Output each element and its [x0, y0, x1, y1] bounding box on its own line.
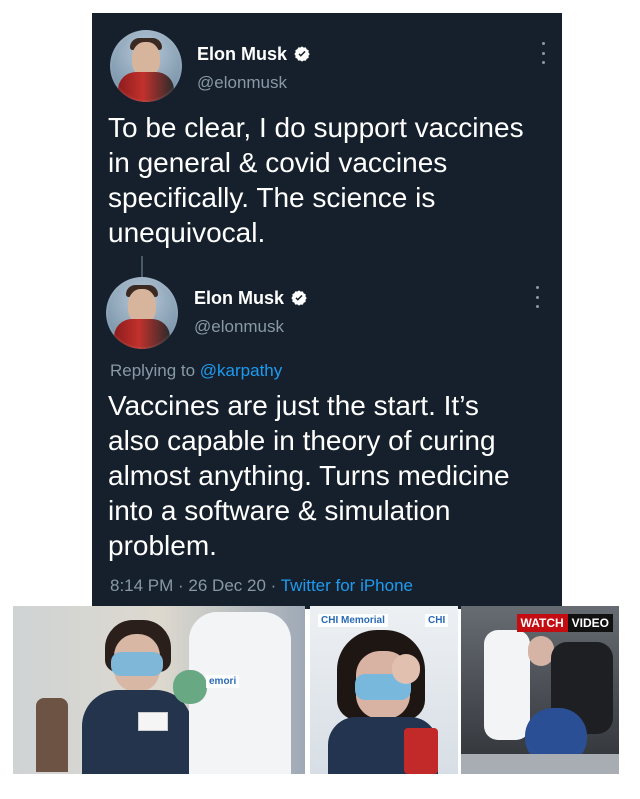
left-photo-sign: emori — [206, 675, 240, 688]
profile-avatar[interactable] — [110, 30, 182, 102]
tweet-source-link[interactable]: Twitter for iPhone — [281, 576, 413, 595]
vaccine-photo-right: WATCH VIDEO — [461, 606, 619, 774]
tweet-2-text: Vaccines are just the start. It’s also c… — [108, 388, 510, 563]
verified-badge-icon — [291, 290, 307, 306]
timestamp[interactable]: 8:14 PM · 26 Dec 20 · — [110, 576, 281, 595]
nurse-scrubs — [82, 690, 192, 774]
tweet-1-line: in general & covid vaccines — [108, 147, 448, 178]
more-options-dot — [541, 61, 545, 64]
tweet-2-line: into a software & simulation — [108, 495, 451, 526]
author-name[interactable]: Elon Musk — [194, 289, 284, 307]
profile-avatar[interactable] — [106, 277, 178, 349]
vaccine-photo-left: emori — [13, 606, 305, 774]
glove — [173, 670, 207, 704]
avatar-ring — [110, 30, 182, 102]
more-options-dot — [535, 286, 539, 289]
news-photo-strip: emori CHI Memorial CHI WATCH VIDEO — [13, 606, 619, 774]
tweet-1-line: unequivocal. — [108, 217, 266, 248]
tweet-2-line: almost anything. Turns medicine — [108, 460, 510, 491]
author-handle[interactable]: @elonmusk — [197, 74, 287, 91]
tweet-1-line: specifically. The science is — [108, 182, 436, 213]
verified-badge-icon — [294, 46, 310, 62]
video-label: VIDEO — [567, 614, 613, 632]
more-options-icon[interactable] — [532, 286, 542, 308]
more-options-dot — [541, 42, 545, 45]
tweet-1-line: To be clear, I do support vaccines — [108, 112, 524, 143]
tweet-1-author-row[interactable]: Elon Musk — [197, 45, 311, 63]
floor — [461, 754, 619, 774]
author-handle[interactable]: @elonmusk — [194, 318, 284, 335]
tweet-2-author-row[interactable]: Elon Musk — [194, 289, 308, 307]
more-options-dot — [535, 305, 539, 308]
avatar-ring — [106, 277, 178, 349]
reply-mention-link[interactable]: @karpathy — [200, 361, 282, 380]
middle-photo-sign-left: CHI Memorial — [318, 614, 388, 627]
chair — [36, 698, 68, 772]
tweet-2-line: problem. — [108, 530, 217, 561]
tweet-1-text: To be clear, I do support vaccines in ge… — [108, 110, 524, 250]
replying-to-line: Replying to @karpathy — [110, 362, 282, 379]
vaccine-photo-middle: CHI Memorial CHI — [310, 606, 458, 774]
doctor-coat — [484, 630, 530, 740]
tweet-2-line: also capable in theory of curing — [108, 425, 496, 456]
tweet-card: Elon Musk @elonmusk To be clear, I do su… — [92, 13, 562, 609]
tweet-2-line: Vaccines are just the start. It’s — [108, 390, 479, 421]
hand — [392, 654, 420, 684]
watch-video-badge[interactable]: WATCH VIDEO — [516, 614, 613, 632]
watch-label: WATCH — [516, 614, 568, 632]
author-name[interactable]: Elon Musk — [197, 45, 287, 63]
more-options-dot — [541, 51, 545, 55]
microphones — [404, 728, 438, 774]
name-badge — [138, 712, 168, 731]
more-options-dot — [535, 295, 539, 299]
tweet-meta: 8:14 PM · 26 Dec 20 · Twitter for iPhone — [110, 577, 413, 594]
replying-prefix: Replying to — [110, 361, 200, 380]
face-mask — [111, 652, 163, 676]
more-options-icon[interactable] — [538, 42, 548, 64]
middle-photo-sign-right: CHI — [425, 614, 449, 627]
